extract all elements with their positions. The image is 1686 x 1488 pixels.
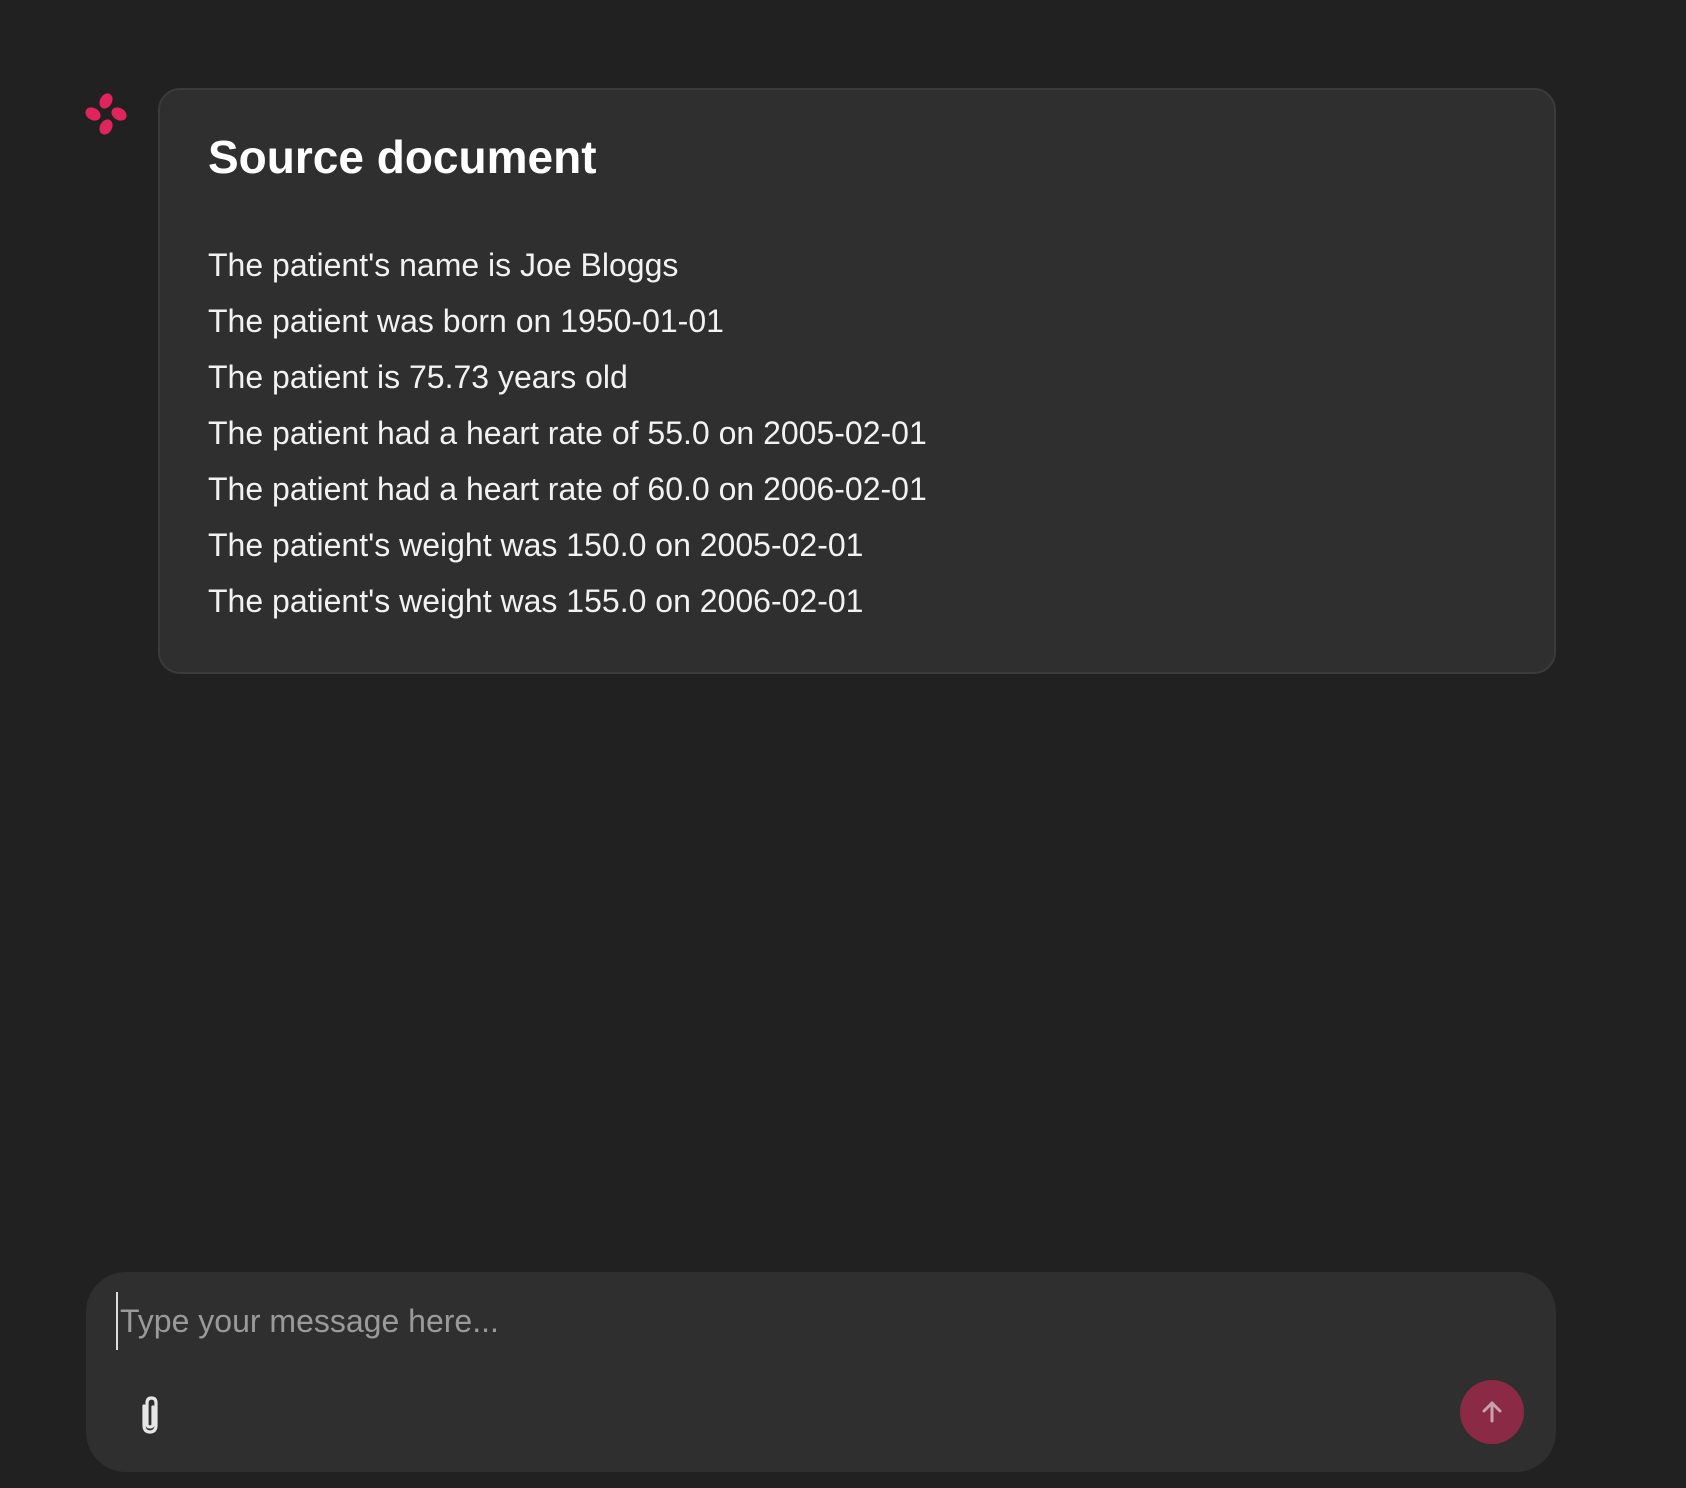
document-line: The patient's name is Joe Bloggs [208, 247, 679, 284]
message-composer [86, 1272, 1556, 1472]
document-line: The patient's weight was 155.0 on 2006-0… [208, 583, 864, 620]
send-button[interactable] [1460, 1380, 1524, 1444]
document-line: The patient had a heart rate of 60.0 on … [208, 471, 927, 508]
assistant-message-card: Source document The patient's name is Jo… [158, 88, 1556, 674]
document-title: Source document [208, 131, 597, 183]
document-line: The patient's weight was 150.0 on 2005-0… [208, 527, 864, 564]
document-line: The patient is 75.73 years old [208, 359, 628, 396]
message-input[interactable] [116, 1292, 1502, 1350]
assistant-avatar [84, 92, 128, 136]
document-line: The patient was born on 1950-01-01 [208, 303, 724, 340]
attach-file-button[interactable] [122, 1388, 178, 1444]
arrow-up-icon [1482, 1401, 1502, 1423]
paperclip-icon [142, 1396, 158, 1434]
document-lines: The patient's name is Joe Bloggs The pat… [208, 237, 1506, 629]
four-petal-logo-icon [85, 93, 127, 135]
document-line: The patient had a heart rate of 55.0 on … [208, 415, 927, 452]
chat-page: Source document The patient's name is Jo… [0, 0, 1686, 1488]
